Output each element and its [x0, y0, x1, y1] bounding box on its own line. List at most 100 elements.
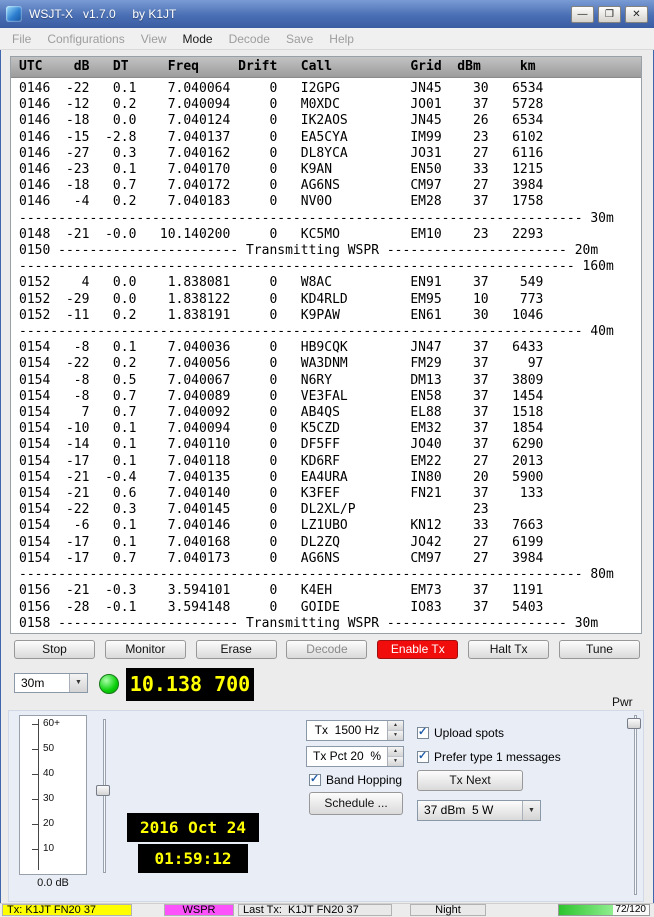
title-bar[interactable]: WSJT-X v1.7.0 by K1JT — ❐ ✕	[0, 0, 654, 28]
table-row[interactable]: 0154 -8 0.7 7.040089 0 VE3FAL EN58 37 14…	[19, 389, 641, 405]
lower-panel: 60+5040302010 0.0 dB Tx 1500 Hz ▲ ▼ Tx P…	[8, 710, 644, 902]
table-row[interactable]: 0154 -21 -0.4 7.040135 0 EA4URA IN80 20 …	[19, 470, 641, 486]
tune-button[interactable]: Tune	[559, 640, 640, 659]
pwr-slider-handle[interactable]	[627, 718, 641, 729]
power-select[interactable]: 37 dBm 5 W ▼	[417, 800, 541, 821]
table-row[interactable]: 0154 -17 0.7 7.040173 0 AG6NS CM97 27 39…	[19, 551, 641, 567]
menu-configurations[interactable]: Configurations	[39, 29, 132, 49]
table-row[interactable]: 0146 -4 0.2 7.040183 0 NV0O EM28 37 1758	[19, 194, 641, 210]
tx-freq-spinner[interactable]: Tx 1500 Hz ▲ ▼	[306, 720, 404, 741]
table-row[interactable]: 0148 -21 -0.0 10.140200 0 KC5MO EM10 23 …	[19, 227, 641, 243]
schedule-button[interactable]: Schedule ...	[309, 792, 403, 815]
toolbar: Stop Monitor Erase Decode Enable Tx Halt Tx Tu…	[14, 640, 640, 659]
spin-up-icon[interactable]: ▲	[388, 747, 403, 757]
table-row[interactable]: 0146 -27 0.3 7.040162 0 DL8YCA JO31 27 6…	[19, 146, 641, 162]
table-row[interactable]: 0152 4 0.0 1.838081 0 W8AC EN91 37 549	[19, 275, 641, 291]
table-row[interactable]: 0150 ----------------------- Transmittin…	[19, 243, 641, 259]
erase-button[interactable]: Erase	[196, 640, 277, 659]
table-row[interactable]: 0156 -21 -0.3 3.594101 0 K4EH EM73 37 11…	[19, 583, 641, 599]
spin-up-icon[interactable]: ▲	[388, 721, 403, 731]
prefer-type1-checkbox[interactable]: ✓ Prefer type 1 messages	[417, 750, 561, 764]
status-night: Night	[410, 904, 486, 916]
decode-table: UTC dB DT Freq Drift Call Grid dBm km 01…	[10, 56, 642, 634]
rx-gain-slider-handle[interactable]	[96, 785, 110, 796]
tx-pct-spinner[interactable]: Tx Pct 20 % ▲ ▼	[306, 746, 404, 767]
decode-table-header: UTC dB DT Freq Drift Call Grid dBm km	[11, 57, 641, 78]
menu-save[interactable]: Save	[278, 29, 321, 49]
table-row[interactable]: 0154 -8 0.1 7.040036 0 HB9CQK JN47 37 64…	[19, 340, 641, 356]
table-row[interactable]: 0152 -11 0.2 1.838191 0 K9PAW EN61 30 10…	[19, 308, 641, 324]
menu-bar: FileConfigurationsViewModeDecodeSaveHelp	[0, 28, 654, 50]
checkbox-box: ✓	[417, 751, 429, 763]
checkbox-box: ✓	[417, 727, 429, 739]
tx-freq-value: Tx 1500 Hz	[307, 721, 387, 740]
spin-down-icon[interactable]: ▼	[388, 731, 403, 740]
menu-view[interactable]: View	[133, 29, 175, 49]
table-row[interactable]: 0154 -22 0.3 7.040145 0 DL2XL/P 23	[19, 502, 641, 518]
rx-gain-slider-track[interactable]	[103, 719, 106, 873]
spin-down-icon[interactable]: ▼	[388, 757, 403, 766]
table-row[interactable]: ----------------------------------------…	[19, 259, 641, 275]
table-row[interactable]: 0154 -17 0.1 7.040168 0 DL2ZQ JO42 27 61…	[19, 535, 641, 551]
upload-spots-checkbox[interactable]: ✓ Upload spots	[417, 726, 504, 740]
monitor-button[interactable]: Monitor	[105, 640, 186, 659]
table-row[interactable]: ----------------------------------------…	[19, 324, 641, 340]
meter-tick-mark	[32, 774, 38, 775]
meter-db-label: 0.0 dB	[15, 877, 91, 889]
spinner-arrows: ▲ ▼	[387, 747, 403, 766]
meter-tick-mark	[32, 849, 38, 850]
minimize-icon[interactable]: —	[571, 6, 594, 23]
meter-axis-line	[38, 719, 39, 870]
meter-tick-mark	[32, 724, 38, 725]
pwr-slider-track[interactable]	[634, 715, 637, 895]
decode-button[interactable]: Decode	[286, 640, 367, 659]
table-row[interactable]: ----------------------------------------…	[19, 211, 641, 227]
check-icon: ✓	[418, 725, 427, 738]
check-icon: ✓	[310, 772, 319, 785]
tx-next-button[interactable]: Tx Next	[417, 770, 523, 791]
frequency-display: 10.138 700	[126, 668, 254, 701]
table-row[interactable]: ----------------------------------------…	[19, 567, 641, 583]
table-row[interactable]: 0146 -22 0.1 7.040064 0 I2GPG JN45 30 65…	[19, 81, 641, 97]
table-row[interactable]: 0146 -12 0.2 7.040094 0 M0XDC JO01 37 57…	[19, 97, 641, 113]
status-last-tx: Last Tx: K1JT FN20 37	[238, 904, 392, 916]
table-row[interactable]: 0154 -8 0.5 7.040067 0 N6RY DM13 37 3809	[19, 373, 641, 389]
checkbox-box: ✓	[309, 774, 321, 786]
band-hopping-checkbox[interactable]: ✓ Band Hopping	[309, 773, 402, 787]
table-row[interactable]: 0146 -23 0.1 7.040170 0 K9AN EN50 33 121…	[19, 162, 641, 178]
meter-tick-mark	[32, 799, 38, 800]
decode-rows: 0146 -22 0.1 7.040064 0 I2GPG JN45 30 65…	[11, 78, 641, 632]
chevron-down-icon: ▼	[69, 674, 87, 692]
table-row[interactable]: 0154 -22 0.2 7.040056 0 WA3DNM FM29 37 9…	[19, 356, 641, 372]
menu-mode[interactable]: Mode	[175, 29, 221, 49]
pwr-label: Pwr	[612, 695, 633, 709]
table-row[interactable]: 0146 -18 0.7 7.040172 0 AG6NS CM97 27 39…	[19, 178, 641, 194]
enable-tx-button[interactable]: Enable Tx	[377, 640, 458, 659]
close-icon[interactable]: ✕	[625, 6, 648, 23]
halt-tx-button[interactable]: Halt Tx	[468, 640, 549, 659]
maximize-icon[interactable]: ❐	[598, 6, 621, 23]
meter-tick-label: 20	[43, 818, 54, 829]
table-row[interactable]: 0154 -14 0.1 7.040110 0 DF5FF JO40 37 62…	[19, 437, 641, 453]
band-select[interactable]: 30m ▼	[14, 673, 88, 693]
table-row[interactable]: 0146 -18 0.0 7.040124 0 IK2AOS JN45 26 6…	[19, 113, 641, 129]
menu-help[interactable]: Help	[321, 29, 362, 49]
table-row[interactable]: 0154 -6 0.1 7.040146 0 LZ1UBO KN12 33 76…	[19, 518, 641, 534]
table-row[interactable]: 0146 -15 -2.8 7.040137 0 EA5CYA IM99 23 …	[19, 130, 641, 146]
table-row[interactable]: 0152 -29 0.0 1.838122 0 KD4RLD EM95 10 7…	[19, 292, 641, 308]
table-row[interactable]: 0154 -21 0.6 7.040140 0 K3FEF FN21 37 13…	[19, 486, 641, 502]
table-row[interactable]: 0154 -10 0.1 7.040094 0 K5CZD EM32 37 18…	[19, 421, 641, 437]
date-display: 2016 Oct 24	[127, 813, 259, 842]
meter-tick-label: 60+	[43, 718, 60, 729]
wsjtx-window: WSJT-X v1.7.0 by K1JT — ❐ ✕ FileConfigur…	[0, 0, 654, 917]
table-row[interactable]: 0154 7 0.7 7.040092 0 AB4QS EL88 37 1518	[19, 405, 641, 421]
meter-tick-label: 30	[43, 793, 54, 804]
status-bar: Tx: K1JT FN20 37 WSPR Last Tx: K1JT FN20…	[0, 903, 654, 917]
menu-decode[interactable]: Decode	[221, 29, 278, 49]
menu-file[interactable]: File	[4, 29, 39, 49]
table-row[interactable]: 0154 -17 0.1 7.040118 0 KD6RF EM22 27 20…	[19, 454, 641, 470]
tx-progress-fill	[559, 905, 613, 915]
table-row[interactable]: 0158 ----------------------- Transmittin…	[19, 616, 641, 632]
table-row[interactable]: 0156 -28 -0.1 3.594148 0 GOIDE IO83 37 5…	[19, 600, 641, 616]
stop-button[interactable]: Stop	[14, 640, 95, 659]
